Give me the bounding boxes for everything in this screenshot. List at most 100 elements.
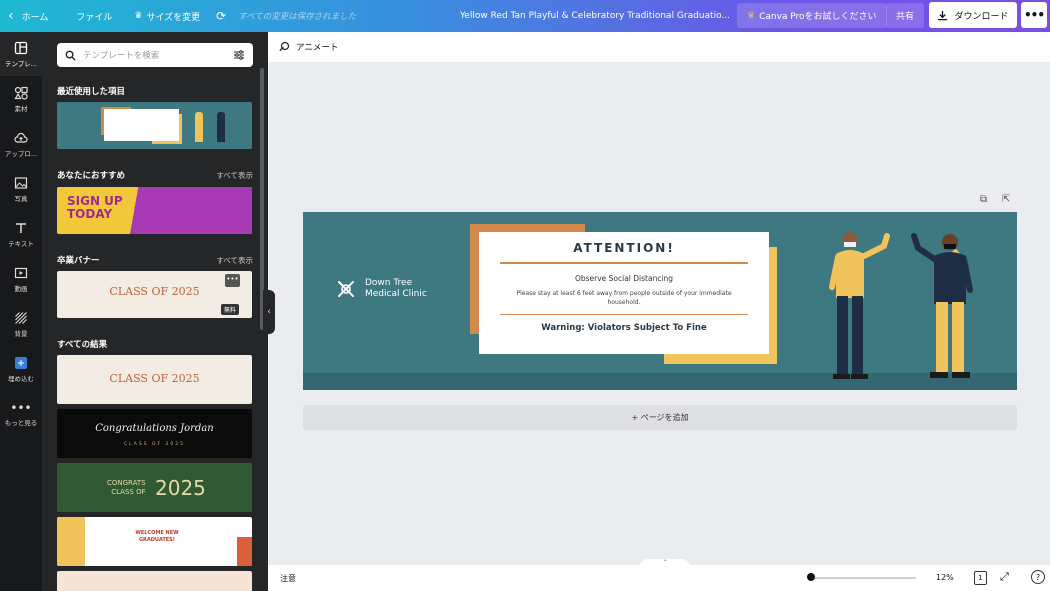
people-illustration[interactable] xyxy=(808,212,1008,390)
upload-cloud-icon xyxy=(14,132,28,143)
result-green-text: CONGRATS CLASS OF xyxy=(107,479,146,497)
notice-card[interactable]: ATTENTION! Observe Social Distancing Ple… xyxy=(479,232,769,354)
video-icon xyxy=(14,267,28,278)
recent-template-thumb[interactable] xyxy=(57,102,252,149)
rail-templates[interactable]: テンプレ... xyxy=(0,32,42,76)
rail-elements-label: 素材 xyxy=(14,104,28,113)
rail-background-label: 背景 xyxy=(14,329,28,338)
rail-embed-label: 埋め込む xyxy=(8,374,34,383)
elements-icon xyxy=(14,86,28,100)
result-welcome-corner-right xyxy=(237,537,252,566)
rail-background[interactable]: 背景 xyxy=(0,302,42,346)
duplicate-page-icon[interactable]: ⧉ xyxy=(980,194,987,205)
card-divider-bottom xyxy=(500,313,748,315)
rail-more[interactable]: ••• もっと見る xyxy=(0,392,42,436)
masked-man-figure xyxy=(911,233,973,378)
result-congrats-text: Congratulations Jordan xyxy=(95,423,214,434)
templates-icon xyxy=(14,41,28,54)
result-class-text: CLASS OF 2025 xyxy=(109,372,200,385)
help-icon[interactable]: ? xyxy=(1031,570,1045,584)
recommended-template-thumb[interactable]: SIGN UP TODAY xyxy=(57,187,252,234)
embed-app-icon xyxy=(15,356,27,369)
search-icon xyxy=(65,50,76,61)
animate-button[interactable]: アニメート xyxy=(278,41,338,53)
page-count-button[interactable]: 1 xyxy=(974,571,987,585)
download-label: ダウンロード xyxy=(954,11,1009,22)
try-pro-button[interactable]: ♛ Canva Proをお試しください xyxy=(737,3,887,28)
thumb-card xyxy=(104,109,179,141)
design-banner[interactable]: Down Tree Medical Clinic ATTENTION! Obse… xyxy=(303,212,1017,390)
graduation-template-thumb[interactable]: CLASS OF 2025 ••• 無料 xyxy=(57,271,252,318)
clinic-name-line1: Down Tree xyxy=(365,278,413,288)
collapse-panel-handle[interactable]: ‹ xyxy=(263,290,275,334)
document-title[interactable]: Yellow Red Tan Playful & Celebratory Tra… xyxy=(460,0,730,32)
zoom-slider-handle[interactable] xyxy=(807,573,815,581)
more-dots-icon: ••• xyxy=(10,400,32,415)
rail-uploads[interactable]: アップロ... xyxy=(0,122,42,166)
rail-videos-label: 動画 xyxy=(14,284,28,293)
thumb-more-button[interactable]: ••• xyxy=(225,274,240,287)
add-page-icon[interactable]: ⇱ xyxy=(1002,194,1010,205)
home-button[interactable]: ‹ ホーム xyxy=(0,0,56,32)
home-label: ホーム xyxy=(21,12,49,23)
recommended-see-all-link[interactable]: すべて表示 xyxy=(216,170,253,181)
recent-heading: 最近使用した項目 xyxy=(57,87,126,97)
rail-text[interactable]: テキスト xyxy=(0,212,42,256)
undo-redo-icon[interactable]: ⟳ xyxy=(208,0,234,32)
text-icon xyxy=(16,222,26,233)
top-bar: ‹ ホーム ファイル ♛ サイズを変更 ⟳ すべての変更は保存されました Yel… xyxy=(0,0,1050,32)
rail-more-label: もっと見る xyxy=(4,418,38,427)
result-thumb-congrats[interactable]: Congratulations Jordan CLASS OF 2025 xyxy=(57,409,252,458)
share-button[interactable]: 共有 xyxy=(886,3,924,28)
more-options-button[interactable]: ••• xyxy=(1021,2,1047,28)
rail-elements[interactable]: 素材 xyxy=(0,77,42,121)
chevron-left-icon: ‹ xyxy=(8,8,14,24)
resize-label: サイズを変更 xyxy=(146,12,201,23)
thumb-class-text: CLASS OF 2025 xyxy=(109,285,200,298)
clinic-name-line2: Medical Clinic xyxy=(365,289,427,299)
rail-videos[interactable]: 動画 xyxy=(0,257,42,301)
zoom-slider[interactable] xyxy=(811,577,916,579)
card-divider-top xyxy=(500,262,748,264)
background-pattern-icon xyxy=(15,311,27,324)
templates-panel: テンプレートを検索 最近使用した項目 あなたにおすすめ すべて表示 SIGN U… xyxy=(42,32,268,591)
card-body-text[interactable]: Please stay at least 6 feet away from pe… xyxy=(504,289,744,307)
result-welcome-corner xyxy=(57,517,85,566)
file-menu[interactable]: ファイル xyxy=(68,0,120,32)
notes-button[interactable]: 注意 xyxy=(280,573,296,584)
attention-title[interactable]: ATTENTION! xyxy=(479,241,769,255)
rail-uploads-label: アップロ... xyxy=(4,149,38,158)
resize-button[interactable]: ♛ サイズを変更 xyxy=(126,0,208,32)
download-icon xyxy=(938,10,948,20)
result-thumb-welcome[interactable]: WELCOME NEW GRADUATES! xyxy=(57,517,252,566)
left-rail: テンプレ... 素材 アップロ... 写真 テキスト 動画 背景 埋め込む ••… xyxy=(0,32,42,591)
clinic-logo[interactable]: Down Tree Medical Clinic xyxy=(335,278,427,300)
download-button[interactable]: ダウンロード xyxy=(929,2,1017,28)
rail-text-label: テキスト xyxy=(8,239,34,248)
rail-photos-label: 写真 xyxy=(14,194,28,203)
recommended-heading: あなたにおすすめ xyxy=(57,171,126,181)
template-search-input[interactable]: テンプレートを検索 xyxy=(57,43,253,67)
thumb-signup-text: SIGN UP TODAY xyxy=(67,194,123,221)
free-badge: 無料 xyxy=(221,304,240,315)
zoom-level[interactable]: 12% xyxy=(936,573,954,582)
rail-embed[interactable]: 埋め込む xyxy=(0,347,42,391)
card-warning[interactable]: Warning: Violators Subject To Fine xyxy=(479,323,769,333)
search-placeholder: テンプレートを検索 xyxy=(83,51,160,61)
filter-sliders-icon[interactable] xyxy=(233,49,245,61)
result-green-line1: CONGRATS xyxy=(107,479,146,487)
add-page-button[interactable]: + ページを追加 xyxy=(303,405,1017,430)
bottom-bar: 注意 12% 1 ⤢ ? xyxy=(268,565,1050,591)
result-thumb-class[interactable]: CLASS OF 2025 xyxy=(57,355,252,404)
graduation-see-all-link[interactable]: すべて表示 xyxy=(216,255,253,266)
all-results-heading: すべての結果 xyxy=(57,340,108,350)
saved-status: すべての変更は保存されました xyxy=(238,12,357,22)
result-thumb-partial[interactable] xyxy=(57,571,252,591)
clinic-logo-icon xyxy=(338,281,354,297)
crown-icon: ♛ xyxy=(134,11,143,21)
rail-photos[interactable]: 写真 xyxy=(0,167,42,211)
result-thumb-green[interactable]: CONGRATS CLASS OF 2025 xyxy=(57,463,252,512)
waving-man-figure xyxy=(829,232,890,379)
fullscreen-icon[interactable]: ⤢ xyxy=(1000,570,1009,584)
card-subtitle[interactable]: Observe Social Distancing xyxy=(479,274,769,283)
